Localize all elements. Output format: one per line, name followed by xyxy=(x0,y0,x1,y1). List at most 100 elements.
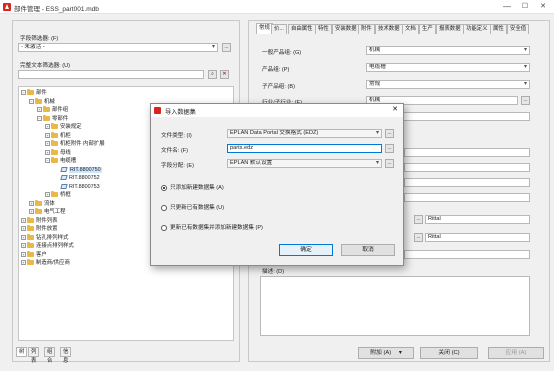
right-field-6[interactable] xyxy=(404,250,530,259)
tree-item[interactable]: + 桥框 xyxy=(45,191,71,199)
close-button[interactable]: 关闭 (C) xyxy=(420,347,478,359)
right-field-5[interactable] xyxy=(404,193,530,202)
tree-item[interactable]: − 零部件 xyxy=(37,114,68,123)
radio-add-new[interactable] xyxy=(161,184,167,191)
radio-update-and-add[interactable] xyxy=(161,224,167,231)
folder-icon xyxy=(43,106,50,113)
manufacturer-field[interactable]: Rittal xyxy=(425,215,530,224)
expand-icon[interactable]: + xyxy=(21,234,26,240)
tree-item[interactable]: RIT.8800752 xyxy=(53,174,100,182)
tree-item[interactable]: + 安装规定 xyxy=(45,123,82,131)
industry-more-button[interactable]: ... xyxy=(521,96,530,105)
tree-item[interactable]: − 部件 xyxy=(21,89,47,97)
apply-button[interactable]: 应用 (A) xyxy=(488,347,544,359)
expand-icon[interactable]: + xyxy=(29,200,34,206)
ok-button[interactable]: 确定 xyxy=(279,244,333,256)
expand-icon[interactable]: + xyxy=(21,260,26,266)
tree-item[interactable]: + 电气工程 xyxy=(29,208,66,216)
tab-report-data[interactable]: 报表数据 xyxy=(436,24,464,34)
tree-item[interactable]: + 客户 xyxy=(21,250,47,259)
tree-item[interactable]: + 制造商/供应商 xyxy=(21,259,70,267)
expand-icon[interactable]: + xyxy=(45,141,50,147)
field-assignment-label: 字段分配: (E) xyxy=(161,163,194,169)
tab-mounting-data[interactable]: 安装数据 xyxy=(332,24,360,34)
file-name-input[interactable]: parts.edz xyxy=(227,144,382,153)
tab-function-definition[interactable]: 功能定义 xyxy=(463,24,491,34)
tree-item[interactable]: + 附件列表 xyxy=(21,216,58,225)
tree-item[interactable]: + 部件组 xyxy=(37,106,68,114)
cancel-button[interactable]: 取消 xyxy=(341,244,395,256)
close-window-button[interactable]: ✕ xyxy=(534,1,552,12)
attach-button[interactable]: 附加 (A) ▾ xyxy=(358,347,414,359)
tree-item[interactable]: + 连接点排列样式 xyxy=(21,242,74,250)
field-assignment-more-button[interactable]: ... xyxy=(385,159,394,168)
tab-price[interactable]: 价... xyxy=(271,24,287,34)
tab-combination[interactable]: 组合 xyxy=(44,347,56,364)
sub-product-group-select[interactable]: 常规 xyxy=(366,80,530,89)
tab-accessories[interactable]: 附件 xyxy=(358,24,375,34)
folder-icon xyxy=(27,233,34,240)
expand-icon[interactable]: + xyxy=(21,243,26,249)
expand-icon[interactable]: + xyxy=(45,124,50,130)
right-field-4[interactable] xyxy=(404,178,530,187)
tab-list[interactable]: 列表 xyxy=(28,347,40,364)
tab-tree[interactable]: 树 xyxy=(16,347,28,357)
expand-icon[interactable]: + xyxy=(21,217,26,223)
tree-item[interactable]: + 机柜 xyxy=(45,131,71,140)
supplier-field[interactable]: Rittal xyxy=(425,233,530,242)
collapse-icon[interactable]: − xyxy=(29,98,34,104)
expand-icon[interactable]: + xyxy=(21,226,26,232)
fulltext-filter-input[interactable] xyxy=(18,70,204,79)
tree-item-label: 附件列表 xyxy=(36,217,58,224)
maximize-button[interactable]: ☐ xyxy=(516,1,534,12)
description-textarea[interactable] xyxy=(260,276,530,336)
right-field-2[interactable] xyxy=(404,148,530,157)
expand-icon[interactable]: + xyxy=(45,192,50,198)
collapse-icon[interactable]: − xyxy=(21,90,26,96)
tree-item[interactable]: − 机械 xyxy=(29,97,55,106)
tree-item[interactable]: + 机柜附件 内部扩展 xyxy=(45,140,105,148)
option-update-existing[interactable]: 只更新已有数据集 (U) xyxy=(161,203,224,211)
field-filter-more-button[interactable]: ... xyxy=(222,43,231,52)
supplier-more-button[interactable]: ... xyxy=(414,233,423,242)
tree-item[interactable]: + 流体 xyxy=(29,199,55,208)
tab-documents[interactable]: 文档 xyxy=(402,24,419,34)
radio-update-existing[interactable] xyxy=(161,204,167,211)
general-product-group-select[interactable]: 机械 xyxy=(366,46,530,55)
file-type-more-button[interactable]: ... xyxy=(385,129,394,138)
field-filter-select[interactable]: - 未激活 - xyxy=(18,43,218,52)
collapse-icon[interactable]: − xyxy=(45,158,50,164)
file-type-select[interactable]: EPLAN Data Portal 交换格式 (EDZ) xyxy=(227,129,382,138)
tree-item[interactable]: RIT.8800750 xyxy=(53,166,102,174)
expand-icon[interactable]: + xyxy=(29,209,34,215)
clear-filter-icon[interactable]: ✕ xyxy=(220,70,229,79)
tab-free-properties[interactable]: 自由属性 xyxy=(288,24,316,34)
tree-item[interactable]: RIT.8800753 xyxy=(53,183,100,191)
expand-icon[interactable]: + xyxy=(37,107,42,113)
expand-icon[interactable]: + xyxy=(45,149,50,155)
tree-item[interactable]: − 电缆槽 xyxy=(45,157,76,165)
expand-icon[interactable]: + xyxy=(21,251,26,257)
tab-production[interactable]: 生产 xyxy=(419,24,436,34)
tab-characteristics[interactable]: 特性 xyxy=(315,24,332,34)
file-name-browse-button[interactable]: ... xyxy=(385,144,394,153)
option-add-new[interactable]: 只添加新建数据集 (A) xyxy=(161,183,224,191)
minimize-button[interactable]: — xyxy=(498,1,516,12)
expand-icon[interactable]: + xyxy=(45,132,50,138)
tab-safety-values[interactable]: 安全值 xyxy=(507,24,530,34)
field-assignment-select[interactable]: EPLAN 默认设置 xyxy=(227,159,382,168)
tree-item[interactable]: + 钻孔排列样式 xyxy=(21,233,68,242)
tree-item[interactable]: + 附件放置 xyxy=(21,225,58,233)
tab-technical-data[interactable]: 技术数据 xyxy=(375,24,403,34)
right-field-3[interactable] xyxy=(404,163,530,172)
dialog-close-button[interactable]: ✕ xyxy=(389,105,401,113)
collapse-icon[interactable]: − xyxy=(37,115,42,121)
product-group-select[interactable]: 电缆槽 xyxy=(366,63,530,72)
tree-item[interactable]: + 母线 xyxy=(45,148,71,157)
folder-icon xyxy=(35,97,42,104)
option-update-and-add[interactable]: 更新已有数据集并添加新建数据集 (P) xyxy=(161,223,263,231)
tab-info[interactable]: 信息 xyxy=(60,347,72,364)
tab-properties[interactable]: 属性 xyxy=(490,24,507,34)
apply-filter-icon[interactable]: ⌕ xyxy=(208,70,217,79)
manufacturer-more-button[interactable]: ... xyxy=(414,215,423,224)
